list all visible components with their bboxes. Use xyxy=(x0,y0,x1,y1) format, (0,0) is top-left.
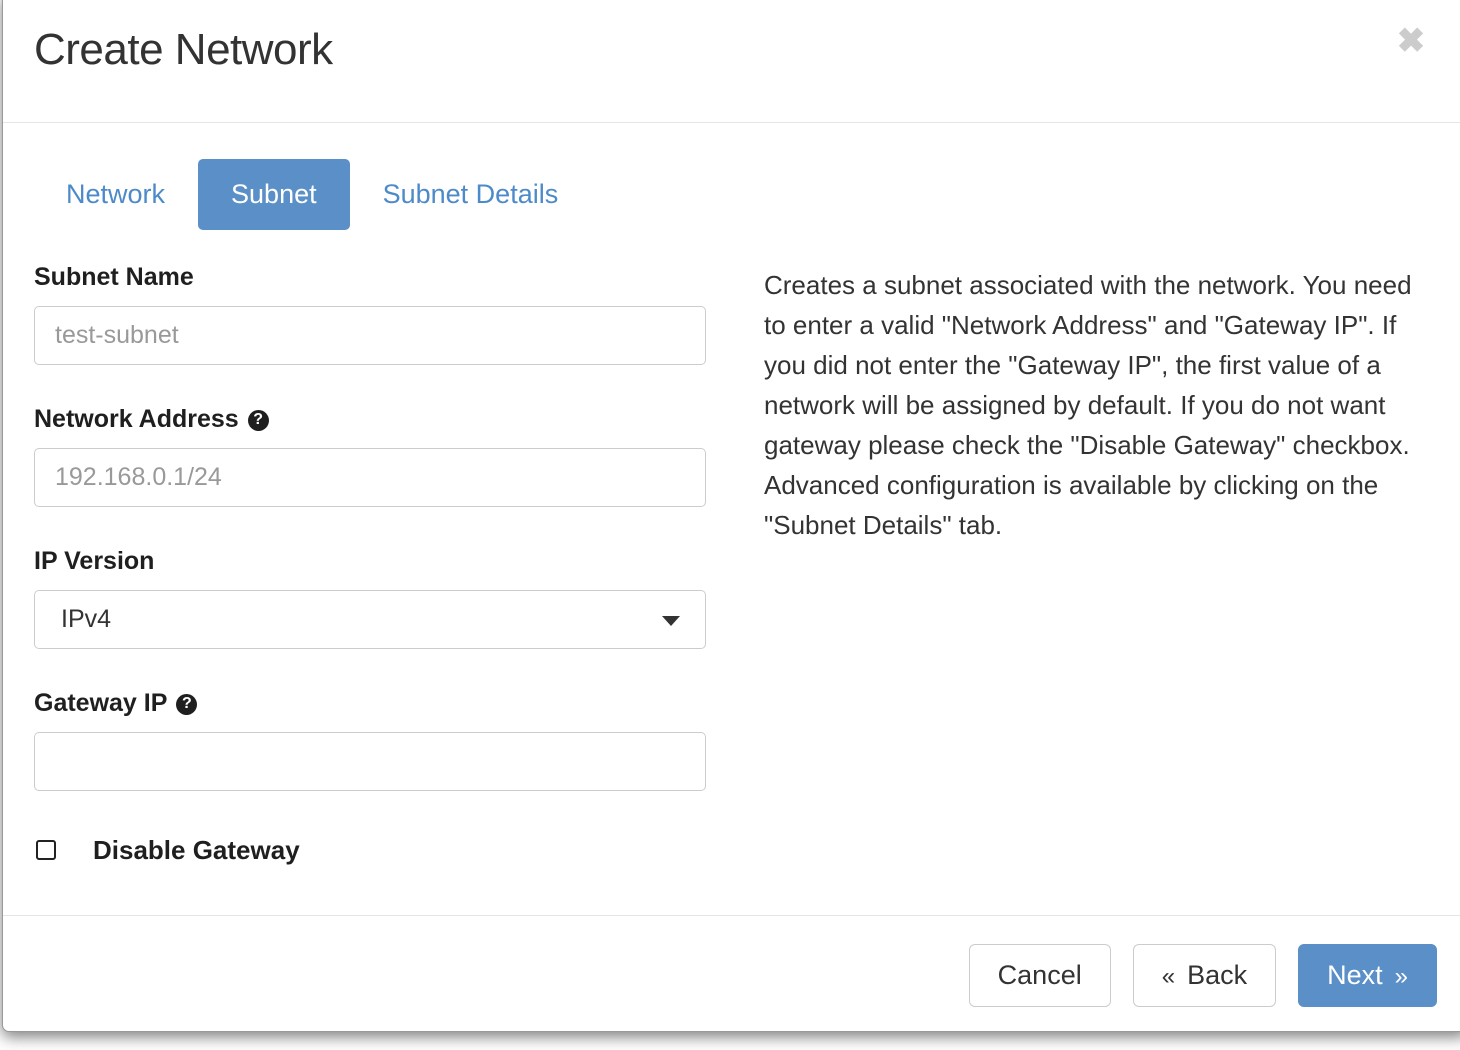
cancel-button[interactable]: Cancel xyxy=(968,944,1111,1007)
ip-version-label-text: IP Version xyxy=(34,547,155,575)
next-button-label: Next xyxy=(1327,960,1383,990)
back-button-label: Back xyxy=(1187,960,1248,990)
field-ip-version: IP Version IPv4 xyxy=(34,549,706,649)
network-address-label-text: Network Address xyxy=(34,405,239,433)
subnet-name-label: Subnet Name xyxy=(34,265,706,290)
field-network-address: Network Address ? xyxy=(34,407,706,507)
page-title: Create Network xyxy=(34,25,333,74)
network-address-input[interactable] xyxy=(34,448,706,507)
subnet-name-label-text: Subnet Name xyxy=(34,263,194,291)
gateway-ip-input[interactable] xyxy=(34,732,706,791)
question-circle-icon[interactable]: ? xyxy=(176,694,198,715)
disable-gateway-label[interactable]: Disable Gateway xyxy=(93,837,300,863)
modal-body: Network Subnet Subnet Details Subnet Nam… xyxy=(3,123,1460,916)
subnet-name-input[interactable] xyxy=(34,306,706,365)
field-disable-gateway: Disable Gateway xyxy=(34,837,706,863)
field-subnet-name: Subnet Name xyxy=(34,265,706,365)
chevron-right-icon: » xyxy=(1394,963,1408,990)
chevron-left-icon: « xyxy=(1161,963,1176,990)
subnet-form: Subnet Name Network Address ? IP Version xyxy=(34,265,706,863)
help-description: Creates a subnet associated with the net… xyxy=(764,270,1412,540)
ip-version-select[interactable]: IPv4 xyxy=(34,590,706,649)
footer-button-group: Cancel « Back Next » xyxy=(968,944,1437,1007)
tab-network[interactable]: Network xyxy=(33,159,198,230)
wizard-tabs: Network Subnet Subnet Details xyxy=(33,159,592,231)
back-button[interactable]: « Back xyxy=(1132,944,1277,1007)
disable-gateway-checkbox[interactable] xyxy=(36,840,56,860)
next-button[interactable]: Next » xyxy=(1298,944,1437,1007)
network-address-label: Network Address ? xyxy=(34,407,706,432)
ip-version-label: IP Version xyxy=(34,549,706,574)
tab-subnet[interactable]: Subnet xyxy=(198,159,350,231)
tab-subnet-details[interactable]: Subnet Details xyxy=(350,159,592,230)
gateway-ip-label-text: Gateway IP xyxy=(34,689,168,717)
field-gateway-ip: Gateway IP ? xyxy=(34,691,706,791)
modal-header: Create Network ✖ xyxy=(3,0,1460,123)
help-panel: Creates a subnet associated with the net… xyxy=(764,265,1424,545)
modal-footer: Cancel « Back Next » xyxy=(3,916,1460,1031)
chevron-down-icon xyxy=(662,615,680,626)
close-icon[interactable]: ✖ xyxy=(1391,21,1431,61)
ip-version-selected-value: IPv4 xyxy=(61,605,112,633)
gateway-ip-label: Gateway IP ? xyxy=(34,691,706,716)
create-network-modal: Create Network ✖ Network Subnet Subnet D… xyxy=(2,0,1460,1032)
question-circle-icon[interactable]: ? xyxy=(247,410,269,431)
